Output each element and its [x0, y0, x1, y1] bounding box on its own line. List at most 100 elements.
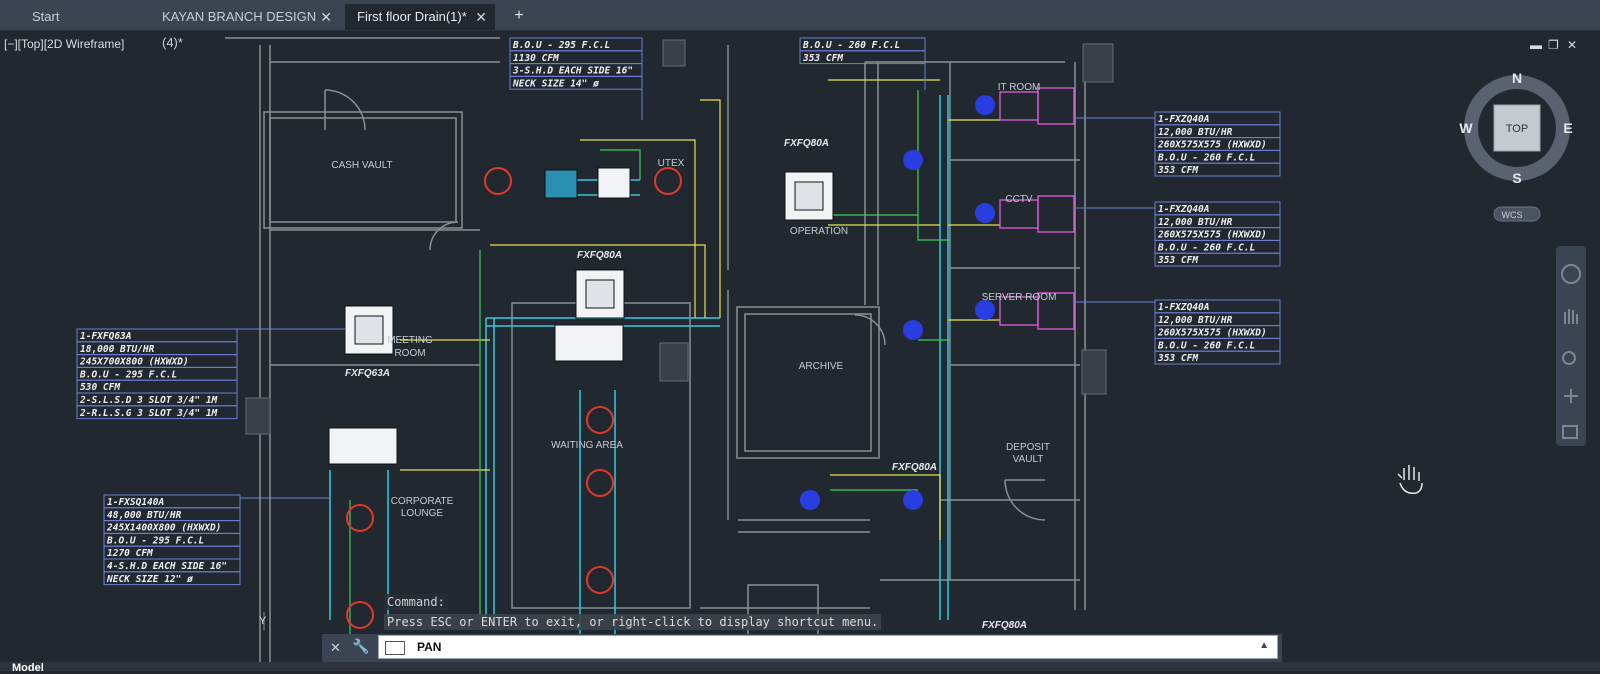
- close-icon[interactable]: ✕: [475, 4, 487, 30]
- unit-label: FXFQ80A: [982, 620, 1027, 631]
- wrench-icon[interactable]: 🔧: [352, 638, 369, 655]
- room-utex: UTEX: [658, 158, 685, 169]
- close-icon[interactable]: ✕: [320, 4, 332, 30]
- note-text: B.O.U - 260 F.C.L: [1157, 242, 1255, 253]
- note-text: 260X575X575 (HXWXD): [1157, 140, 1267, 151]
- blue-fans: [800, 95, 995, 510]
- tab-label: Start: [32, 9, 60, 24]
- room-archive: ARCHIVE: [799, 361, 844, 372]
- room-corporate: CORPORATE: [391, 496, 454, 507]
- ducts-cyan: [329, 95, 949, 640]
- compass-w: W: [1459, 120, 1473, 136]
- unit-label: FXFQ63A: [345, 368, 390, 379]
- ucs-y: Y: [259, 615, 267, 627]
- note-text: 2-S.L.S.D 3 SLOT 3/4" 1M: [79, 395, 218, 406]
- navigation-bar[interactable]: [1556, 246, 1586, 446]
- room-it: IT ROOM: [998, 82, 1041, 93]
- zoom-icon: [1562, 351, 1576, 365]
- unit-labels: FXFQ80A FXFQ80A FXFQ63A FXFQ80A FXFQ80A: [345, 138, 1027, 631]
- viewcube-top: TOP: [1506, 123, 1528, 135]
- command-message: Press ESC or ENTER to exit, or right-cli…: [384, 614, 882, 630]
- note-text: 530 CFM: [80, 382, 120, 393]
- note-text: B.O.U - 260 F.C.L: [1157, 340, 1255, 351]
- note-tables: B.O.U - 295 F.C.L 1130 CFM 3-S.H.D EACH SI…: [76, 37, 1281, 586]
- compass-s: S: [1512, 170, 1521, 186]
- indoor-units: [328, 167, 834, 465]
- room-cctv: CCTV: [1005, 194, 1033, 205]
- new-tab-button[interactable]: +: [508, 5, 530, 27]
- drawing-viewport[interactable]: CASH VAULT UTEX OPERATION IT ROOM CCTV S…: [0, 30, 1600, 662]
- pan-cursor-icon: [1397, 465, 1423, 495]
- red-diffusers: [346, 167, 682, 629]
- note-text: 12,000 BTU/HR: [1158, 315, 1233, 326]
- note-text: 353 CFM: [1157, 353, 1198, 364]
- note-text: 12,000 BTU/HR: [1158, 127, 1233, 138]
- unit-label: FXFQ80A: [892, 462, 937, 473]
- command-input[interactable]: PAN ▲: [378, 635, 1278, 659]
- note-text: 1-FXZQ40A: [1158, 114, 1209, 125]
- layout-tab-bar: [0, 662, 1600, 671]
- command-history: Command:: [384, 594, 448, 610]
- tab-model[interactable]: Model: [12, 662, 44, 674]
- note-text: NECK SIZE 14" ø: [512, 78, 600, 89]
- viewport-label[interactable]: [−][Top][2D Wireframe]: [4, 37, 124, 51]
- unit-label: FXFQ80A: [577, 250, 622, 261]
- note-text: B.O.U - 295 F.C.L: [79, 369, 177, 380]
- room-vault: VAULT: [1013, 454, 1044, 465]
- room-server: SERVER ROOM: [982, 292, 1057, 303]
- note-text: 4-S.H.D EACH SIDE 16": [107, 561, 227, 572]
- note-text: 3-S.H.D EACH SIDE 16": [512, 66, 633, 77]
- tab-kayan-branch[interactable]: KAYAN BRANCH DESIGN (4)* ✕: [150, 4, 340, 50]
- note-text: 1130 CFM: [513, 53, 559, 64]
- room-deposit: DEPOSIT: [1006, 442, 1050, 453]
- steering-wheel-icon: [1561, 264, 1581, 284]
- minimize-icon[interactable]: ▬: [1530, 38, 1542, 52]
- note-text: NECK SIZE 12" ø: [106, 574, 194, 585]
- nav-icons: [1561, 264, 1581, 439]
- note-text: 245X700X800 (HXWXD): [79, 357, 189, 368]
- note-text: B.O.U - 295 F.C.L: [512, 40, 610, 51]
- room-room: ROOM: [394, 348, 425, 359]
- note-text: 2-R.L.S.G 3 SLOT 3/4" 1M: [79, 408, 218, 419]
- note-text: B.O.U - 260 F.C.L: [802, 40, 900, 51]
- restore-icon[interactable]: ❐: [1548, 38, 1559, 52]
- command-input-value: PAN: [417, 640, 442, 654]
- cad-drawing: CASH VAULT UTEX OPERATION IT ROOM CCTV S…: [76, 37, 1573, 662]
- chevron-up-icon[interactable]: ▲: [1259, 640, 1269, 651]
- note-text: 1-FXZQ40A: [1158, 302, 1209, 313]
- close-icon[interactable]: ✕: [330, 640, 341, 656]
- tab-start[interactable]: Start: [20, 4, 150, 30]
- close-icon[interactable]: ✕: [1567, 38, 1577, 52]
- note-text: 353 CFM: [1157, 255, 1198, 266]
- note-text: 353 CFM: [802, 53, 843, 64]
- room-waiting: WAITING AREA: [551, 440, 623, 451]
- note-text: 1270 CFM: [107, 548, 153, 559]
- note-text: 1-FXSQ140A: [107, 497, 164, 508]
- room-operation: OPERATION: [790, 226, 848, 237]
- note-text: 245X1400X800 (HXWXD): [106, 523, 221, 534]
- tab-bar: Start KAYAN BRANCH DESIGN (4)* ✕ First fl…: [0, 0, 1600, 50]
- orbit-icon: [1564, 389, 1578, 403]
- note-text: 353 CFM: [1157, 165, 1198, 176]
- note-text: 18,000 BTU/HR: [80, 344, 155, 355]
- viewcube[interactable]: TOP N S E W WCS: [1459, 70, 1573, 222]
- note-text: 260X575X575 (HXWXD): [1157, 230, 1267, 241]
- wcs-label: WCS: [1502, 210, 1523, 220]
- note-text: B.O.U - 295 F.C.L: [106, 535, 204, 546]
- tab-label: First floor Drain(1)*: [357, 9, 467, 24]
- pan-icon: [1564, 309, 1578, 324]
- note-text: 1-FXZQ40A: [1158, 204, 1209, 215]
- room-cash-vault: CASH VAULT: [331, 160, 392, 171]
- room-meeting: MEETING: [387, 335, 433, 346]
- command-prompt-icon: [385, 641, 405, 655]
- note-text: 48,000 BTU/HR: [107, 510, 182, 521]
- showmotion-icon: [1562, 425, 1578, 439]
- note-text: 12,000 BTU/HR: [1158, 217, 1233, 228]
- note-text: B.O.U - 260 F.C.L: [1157, 152, 1255, 163]
- note-text: 260X575X575 (HXWXD): [1157, 328, 1267, 339]
- compass-n: N: [1512, 70, 1522, 86]
- tab-first-floor[interactable]: First floor Drain(1)* ✕: [345, 4, 495, 30]
- unit-label: FXFQ80A: [784, 138, 829, 149]
- note-text: 1-FXFQ63A: [80, 331, 131, 342]
- room-lounge: LOUNGE: [401, 508, 444, 519]
